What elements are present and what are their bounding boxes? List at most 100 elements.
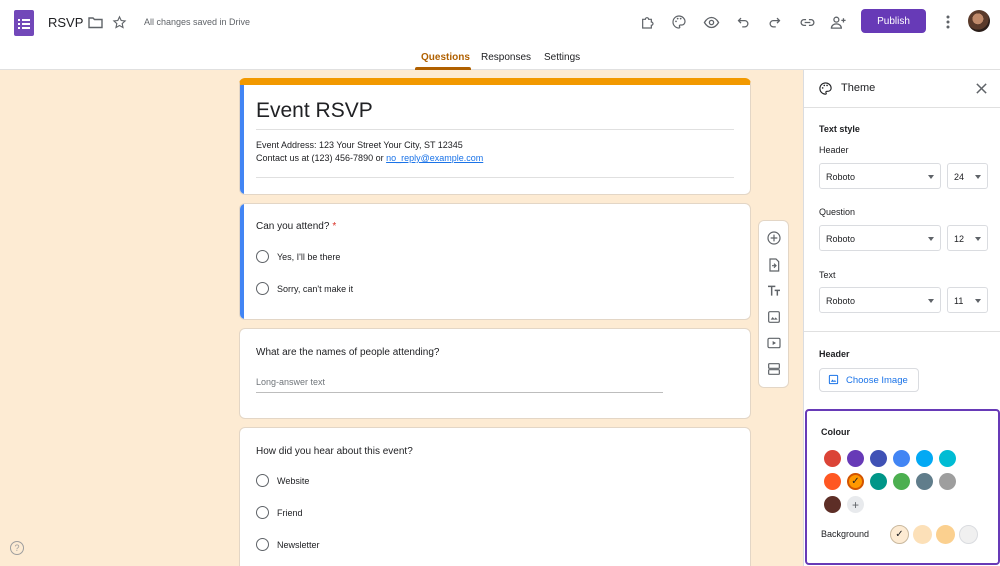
question-label: What are the names of people attending? <box>256 347 440 358</box>
undo-icon[interactable] <box>733 12 753 32</box>
colour-swatch-light-blue[interactable] <box>916 450 933 467</box>
colour-swatch-brown[interactable] <box>824 496 841 513</box>
tab-settings[interactable]: Settings <box>544 52 580 63</box>
form-description-line2[interactable]: Contact us at (123) 456-7890 or no_reply… <box>256 153 483 163</box>
add-custom-colour-icon[interactable]: + <box>847 496 864 513</box>
option-label: Friend <box>277 507 303 518</box>
radio-button[interactable] <box>256 282 269 295</box>
dropdown-value: 24 <box>954 172 965 182</box>
forms-app-icon[interactable] <box>14 10 34 36</box>
dropdown-arrow-icon <box>928 237 934 241</box>
theme-panel: Theme Text style Header Roboto 24 Questi… <box>803 70 1000 566</box>
contact-text: Contact us at (123) 456-7890 or <box>256 153 387 163</box>
long-answer-field[interactable]: Long-answer text <box>256 377 663 393</box>
question-card-source[interactable]: How did you hear about this event? Websi… <box>239 427 751 566</box>
star-icon[interactable] <box>110 13 128 31</box>
preview-eye-icon[interactable] <box>701 12 721 32</box>
radio-option[interactable]: Yes, I'll be there <box>256 250 340 263</box>
question-size-dropdown[interactable]: 12 <box>947 225 988 251</box>
document-title[interactable]: RSVP <box>48 15 83 30</box>
contact-email-link[interactable]: no_reply@example.com <box>386 153 483 163</box>
help-icon[interactable]: ? <box>10 541 24 555</box>
add-video-icon[interactable] <box>766 335 782 351</box>
text-size-dropdown[interactable]: 11 <box>947 287 988 313</box>
background-swatch-selected[interactable]: ✓ <box>890 525 909 544</box>
dropdown-value: Roboto <box>826 172 856 182</box>
colour-swatch-orange-selected[interactable]: ✓ <box>847 473 864 490</box>
dropdown-arrow-icon <box>975 175 981 179</box>
form-description-line1[interactable]: Event Address: 123 Your Street Your City… <box>256 140 463 150</box>
background-label: Background <box>821 529 870 539</box>
dropdown-arrow-icon <box>928 175 934 179</box>
colour-swatch-cyan[interactable] <box>939 450 956 467</box>
dropdown-arrow-icon <box>975 299 981 303</box>
colour-swatch-deep-orange[interactable] <box>824 473 841 490</box>
header-font-dropdown[interactable]: Roboto <box>819 163 941 189</box>
colour-swatch-teal[interactable] <box>870 473 887 490</box>
colour-swatch-blue[interactable] <box>893 450 910 467</box>
header-size-dropdown[interactable]: 24 <box>947 163 988 189</box>
background-swatch[interactable] <box>913 525 932 544</box>
add-section-icon[interactable] <box>766 361 782 377</box>
background-swatch[interactable] <box>959 525 978 544</box>
text-style-heading: Text style <box>819 124 860 134</box>
check-icon: ✓ <box>851 476 860 487</box>
redo-icon[interactable] <box>764 12 784 32</box>
panel-divider <box>804 331 1000 332</box>
add-title-icon[interactable] <box>766 283 782 299</box>
background-swatch[interactable] <box>936 525 955 544</box>
save-status: All changes saved in Drive <box>144 17 251 27</box>
add-collaborator-icon[interactable] <box>828 12 848 32</box>
radio-button[interactable] <box>256 250 269 263</box>
question-card-attend[interactable]: Can you attend? * Yes, I'll be there Sorr… <box>239 203 751 320</box>
floating-toolbar <box>758 220 789 388</box>
radio-option[interactable]: Newsletter <box>256 538 320 551</box>
close-icon[interactable] <box>975 82 989 96</box>
link-icon[interactable] <box>797 12 817 32</box>
tab-responses[interactable]: Responses <box>481 52 531 63</box>
colour-swatch-purple[interactable] <box>847 450 864 467</box>
import-questions-icon[interactable] <box>766 257 782 273</box>
colour-heading: Colour <box>821 427 850 437</box>
colour-swatch-grey[interactable] <box>939 473 956 490</box>
radio-option[interactable]: Sorry, can't make it <box>256 282 353 295</box>
folder-icon[interactable] <box>86 13 104 31</box>
question-label: Can you attend? <box>256 221 330 232</box>
text-font-dropdown[interactable]: Roboto <box>819 287 941 313</box>
add-question-icon[interactable] <box>766 230 782 246</box>
question-card-names[interactable]: What are the names of people attending? … <box>239 328 751 419</box>
selected-card-accent <box>240 85 244 194</box>
colour-swatch-indigo[interactable] <box>870 450 887 467</box>
add-image-icon[interactable] <box>766 309 782 325</box>
radio-option[interactable]: Website <box>256 474 309 487</box>
active-card-accent <box>240 204 244 319</box>
header-image-heading: Header <box>819 349 850 359</box>
option-label: Sorry, can't make it <box>277 283 354 294</box>
radio-button[interactable] <box>256 474 269 487</box>
radio-button[interactable] <box>256 506 269 519</box>
form-title-card[interactable]: Event RSVP Event Address: 123 Your Stree… <box>239 78 751 195</box>
colour-swatch-blue-grey[interactable] <box>916 473 933 490</box>
addons-puzzle-icon[interactable] <box>638 12 658 32</box>
tab-questions[interactable]: Questions <box>421 52 470 63</box>
colour-swatch-green[interactable] <box>893 473 910 490</box>
avatar[interactable] <box>968 10 990 32</box>
question-font-label: Question <box>819 207 856 217</box>
colour-swatch-red[interactable] <box>824 450 841 467</box>
publish-button[interactable]: Publish <box>861 9 926 33</box>
colour-section: Colour ✓ + Background ✓ <box>805 409 1000 565</box>
question-label: How did you hear about this event? <box>256 446 413 457</box>
question-font-dropdown[interactable]: Roboto <box>819 225 941 251</box>
choose-image-label: Choose Image <box>846 374 908 386</box>
radio-button[interactable] <box>256 538 269 551</box>
radio-option[interactable]: Friend <box>256 506 303 519</box>
panel-title: Theme <box>841 82 876 94</box>
choose-image-button[interactable]: Choose Image <box>819 368 919 392</box>
question-text: Can you attend? * <box>256 221 336 232</box>
more-vert-icon[interactable] <box>939 12 957 32</box>
palette-icon <box>818 81 834 97</box>
form-canvas: Event RSVP Event Address: 123 Your Stree… <box>0 70 803 566</box>
form-title[interactable]: Event RSVP <box>256 99 373 123</box>
text-font-label: Text <box>819 270 836 280</box>
palette-icon[interactable] <box>669 12 689 32</box>
